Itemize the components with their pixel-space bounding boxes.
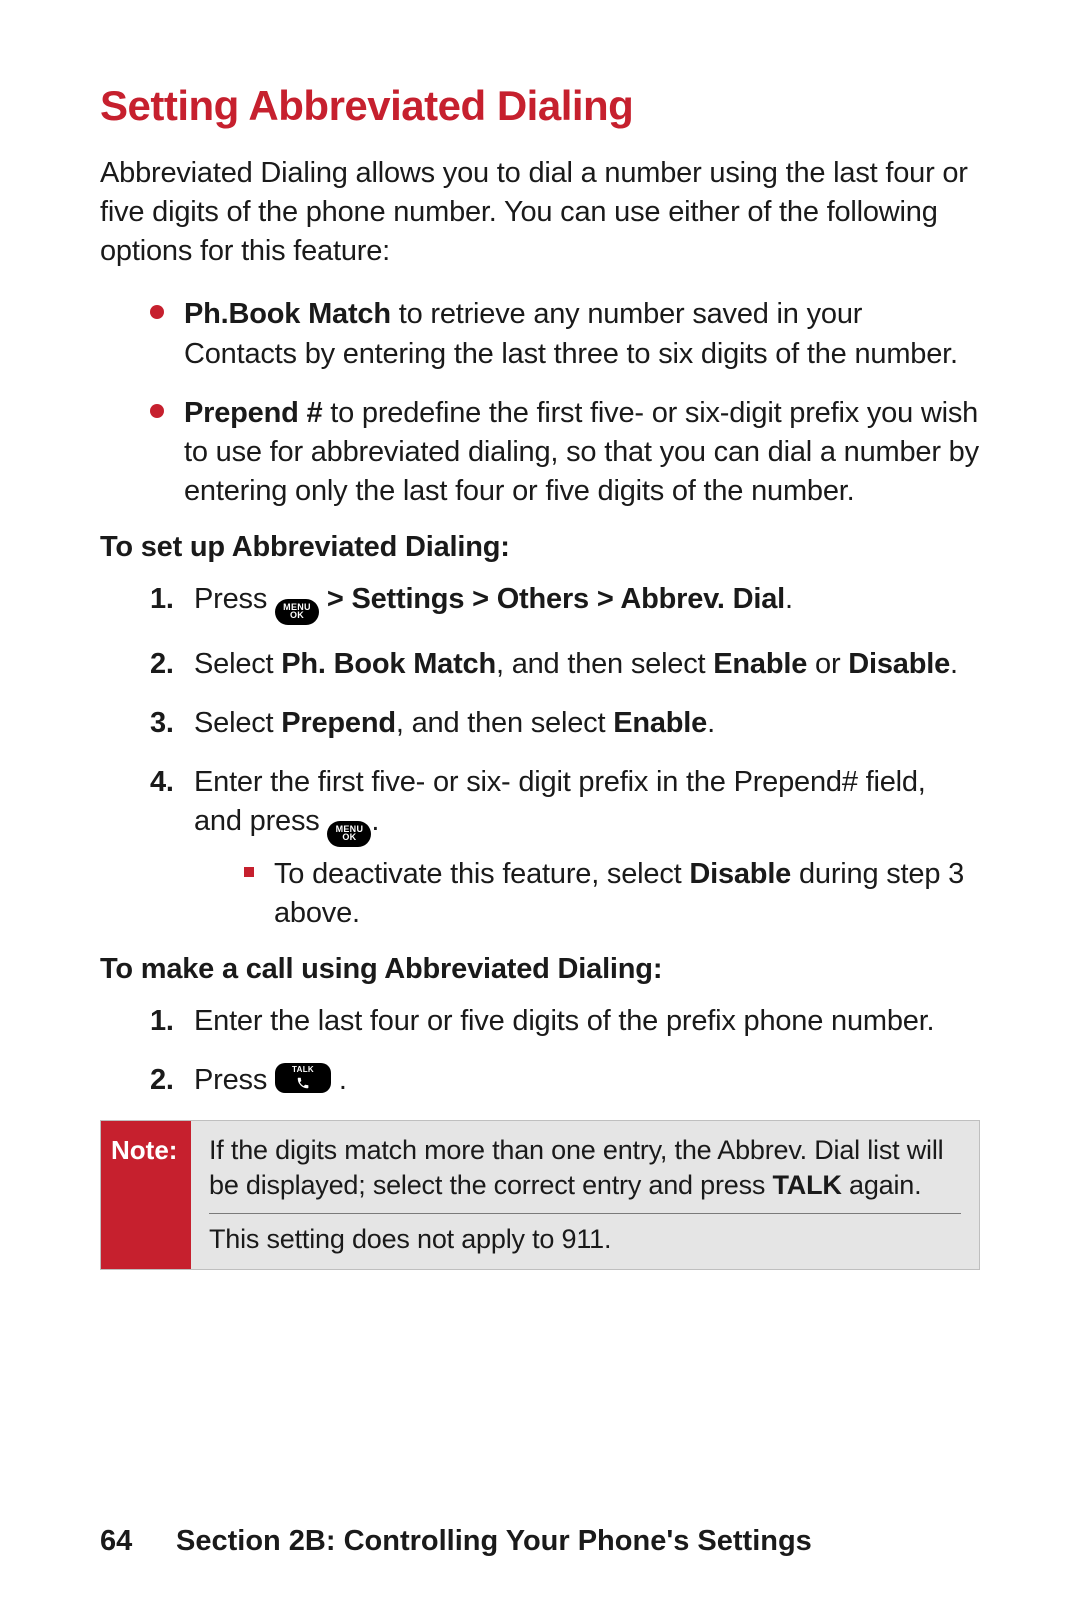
note-label: Note:	[101, 1121, 191, 1269]
page-footer: 64 Section 2B: Controlling Your Phone's …	[0, 1525, 1080, 1558]
step-text: Select	[194, 648, 281, 680]
manual-page: Setting Abbreviated Dialing Abbreviated …	[0, 0, 1080, 1270]
bold-term: Enable	[713, 648, 807, 680]
setup-subheading: To set up Abbreviated Dialing:	[100, 531, 980, 564]
call-steps: 1. Enter the last four or five digits of…	[100, 1002, 980, 1100]
step-text: .	[707, 707, 715, 739]
step-number: 3.	[150, 704, 174, 743]
bold-term: Enable	[613, 707, 707, 739]
step-number: 4.	[150, 763, 174, 802]
step-text: Enter the first five- or six- digit pref…	[194, 766, 926, 837]
step-text: .	[339, 1064, 347, 1096]
note-divider	[209, 1213, 961, 1214]
intro-paragraph: Abbreviated Dialing allows you to dial a…	[100, 154, 980, 271]
setup-step-1: 1. Press MENU OK > Settings > Others > A…	[150, 580, 980, 625]
step-text: .	[950, 648, 958, 680]
step-text: , and then select	[396, 707, 613, 739]
step-text: .	[371, 805, 379, 837]
note-text: again.	[842, 1170, 922, 1200]
step-text: or	[807, 648, 848, 680]
note-line-1: If the digits match more than one entry,…	[209, 1133, 961, 1203]
step-text: Press	[194, 583, 275, 615]
section-heading: Setting Abbreviated Dialing	[100, 82, 980, 130]
footer-section-label: Section 2B: Controlling Your Phone's Set…	[176, 1525, 812, 1558]
step-text: Press	[194, 1064, 275, 1096]
call-subheading: To make a call using Abbreviated Dialing…	[100, 953, 980, 986]
handset-icon	[294, 1076, 312, 1090]
step-text: Enter the last four or five digits of th…	[194, 1005, 934, 1037]
note-line-2: This setting does not apply to 911.	[209, 1222, 961, 1257]
option-term: Prepend #	[184, 397, 322, 429]
step-number: 1.	[150, 580, 174, 619]
setup-step-2: 2. Select Ph. Book Match, and then selec…	[150, 645, 980, 684]
bold-term: Ph. Book Match	[281, 648, 496, 680]
setup-step-4: 4. Enter the first five- or six- digit p…	[150, 763, 980, 933]
substep-text: To deactivate this feature, select	[274, 858, 689, 890]
step-number: 1.	[150, 1002, 174, 1041]
bold-term: TALK	[773, 1170, 842, 1200]
nav-path: > Settings > Others > Abbrev. Dial	[327, 583, 785, 615]
page-number: 64	[100, 1525, 140, 1558]
options-list: Ph.Book Match to retrieve any number sav…	[100, 295, 980, 511]
bold-term: Prepend	[281, 707, 396, 739]
menu-ok-key-icon: MENU OK	[275, 599, 319, 625]
setup-step-3: 3. Select Prepend, and then select Enabl…	[150, 704, 980, 743]
menu-ok-key-icon: MENU OK	[327, 821, 371, 847]
call-step-2: 2. Press TALK .	[150, 1061, 980, 1100]
option-prepend: Prepend # to predefine the first five- o…	[150, 394, 980, 511]
option-term: Ph.Book Match	[184, 298, 391, 330]
bold-term: Disable	[689, 858, 791, 890]
note-box: Note: If the digits match more than one …	[100, 1120, 980, 1270]
option-phbook-match: Ph.Book Match to retrieve any number sav…	[150, 295, 980, 373]
talk-key-icon: TALK	[275, 1063, 331, 1093]
step-text: Select	[194, 707, 281, 739]
bold-term: Disable	[848, 648, 950, 680]
setup-step-4-sub: To deactivate this feature, select Disab…	[244, 855, 980, 933]
step-number: 2.	[150, 1061, 174, 1100]
step-text: , and then select	[496, 648, 713, 680]
setup-steps: 1. Press MENU OK > Settings > Others > A…	[100, 580, 980, 933]
note-body: If the digits match more than one entry,…	[191, 1121, 979, 1269]
step-number: 2.	[150, 645, 174, 684]
step-end: .	[785, 583, 793, 615]
substep-list: To deactivate this feature, select Disab…	[194, 855, 980, 933]
call-step-1: 1. Enter the last four or five digits of…	[150, 1002, 980, 1041]
